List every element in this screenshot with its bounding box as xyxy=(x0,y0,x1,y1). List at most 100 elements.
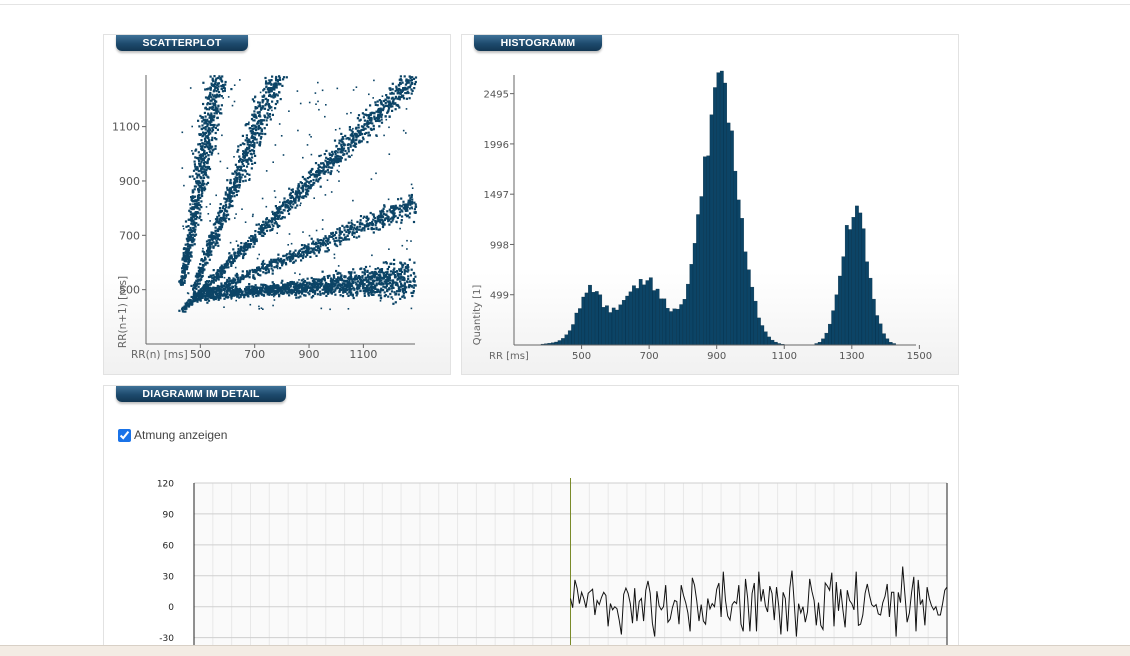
scatter-point xyxy=(307,186,310,189)
scatter-point xyxy=(193,223,196,226)
scatter-point xyxy=(325,156,328,159)
scatter-point xyxy=(400,197,403,200)
scatter-point xyxy=(353,144,356,148)
scatter-point xyxy=(247,151,250,154)
scatter-point xyxy=(402,285,405,287)
scatter-point xyxy=(316,249,319,252)
scatter-point xyxy=(384,294,387,297)
scatter-point xyxy=(228,282,231,285)
scatter-point xyxy=(284,261,287,265)
scatter-point xyxy=(289,291,292,294)
scatter-point xyxy=(197,170,200,173)
breathing-checkbox[interactable] xyxy=(118,428,131,442)
scatter-point xyxy=(333,253,336,256)
scatter-point xyxy=(328,235,331,238)
scatter-point xyxy=(219,203,222,206)
scatter-point xyxy=(209,276,211,278)
scatter-point xyxy=(321,219,324,221)
scatter-point xyxy=(391,82,394,85)
scatter-point xyxy=(182,265,185,268)
scatter-point xyxy=(277,209,280,212)
histogram-bar xyxy=(875,315,880,346)
scatter-point xyxy=(246,160,249,163)
scatter-point xyxy=(364,276,367,279)
scatter-point xyxy=(302,250,305,253)
scatter-point xyxy=(352,127,354,130)
scatter-point xyxy=(182,262,185,265)
scatter-point xyxy=(226,264,229,267)
scatter-point xyxy=(391,210,394,213)
scatter-point xyxy=(308,281,311,284)
scatter-point xyxy=(235,240,238,242)
scatter-point xyxy=(368,117,371,120)
scatter-point xyxy=(183,281,186,284)
scatter-point xyxy=(356,117,359,120)
scatter-point xyxy=(210,250,213,253)
scatter-point xyxy=(197,197,200,200)
scatter-point xyxy=(370,178,373,180)
scatter-point xyxy=(194,291,197,294)
scatter-point xyxy=(182,251,185,255)
scatter-point xyxy=(248,269,251,272)
scatter-point xyxy=(234,217,236,219)
scatter-point xyxy=(184,310,187,313)
scatter-point xyxy=(320,307,323,310)
scatter-point xyxy=(398,84,401,87)
histogram-bar xyxy=(567,330,572,346)
histogram-bar xyxy=(648,277,653,346)
scatter-y-tick-label: 900 xyxy=(119,175,140,188)
scatter-point xyxy=(264,76,267,80)
scatter-point xyxy=(209,283,212,286)
scatter-point xyxy=(339,155,342,158)
scatter-point xyxy=(317,81,319,84)
scatter-point xyxy=(372,97,374,99)
histogram-bar xyxy=(719,70,724,346)
scatter-point xyxy=(338,234,341,237)
scatter-point xyxy=(256,132,259,135)
scatter-point xyxy=(210,99,213,102)
scatter-point xyxy=(197,143,200,146)
scatter-point xyxy=(413,208,416,211)
scatter-point xyxy=(405,132,407,134)
scatter-point xyxy=(230,88,233,91)
scatter-point xyxy=(331,291,334,294)
scatter-point xyxy=(197,188,200,191)
scatter-y-tick-label: 700 xyxy=(119,229,140,242)
scatter-point xyxy=(201,294,204,297)
scatter-point xyxy=(257,101,260,104)
scatter-point xyxy=(339,285,342,288)
scatter-point xyxy=(183,279,186,282)
scatter-point xyxy=(273,190,276,192)
scatter-point xyxy=(238,165,241,168)
scatter-point xyxy=(332,234,335,237)
histogram-bar xyxy=(726,122,731,346)
scatter-point xyxy=(194,165,197,168)
scatter-point xyxy=(217,278,220,281)
scatter-point xyxy=(182,227,185,230)
scatter-point xyxy=(192,152,195,155)
scatter-point xyxy=(194,281,197,284)
scatter-point xyxy=(214,147,217,150)
scatter-point xyxy=(229,288,232,291)
scatter-point xyxy=(325,288,328,291)
scatter-point xyxy=(240,242,243,245)
scatter-point xyxy=(331,166,334,169)
scatter-point xyxy=(228,257,231,260)
scatter-point xyxy=(243,143,246,146)
scatter-point xyxy=(336,87,339,90)
scatter-point xyxy=(273,218,277,221)
scatter-point xyxy=(327,166,330,169)
scatter-point xyxy=(206,243,209,246)
scatter-point xyxy=(387,265,391,268)
scatter-point xyxy=(336,151,339,154)
scatter-point xyxy=(305,283,308,286)
scatter-point xyxy=(343,280,346,283)
scatter-point xyxy=(327,290,330,293)
breathing-option[interactable]: Atmung anzeigen xyxy=(118,428,227,442)
scatter-point xyxy=(368,119,372,122)
scatter-point xyxy=(373,291,376,294)
scatter-point xyxy=(325,149,328,152)
scatter-point xyxy=(201,250,204,253)
histogram-bar xyxy=(885,338,890,346)
scatter-point xyxy=(224,193,227,196)
